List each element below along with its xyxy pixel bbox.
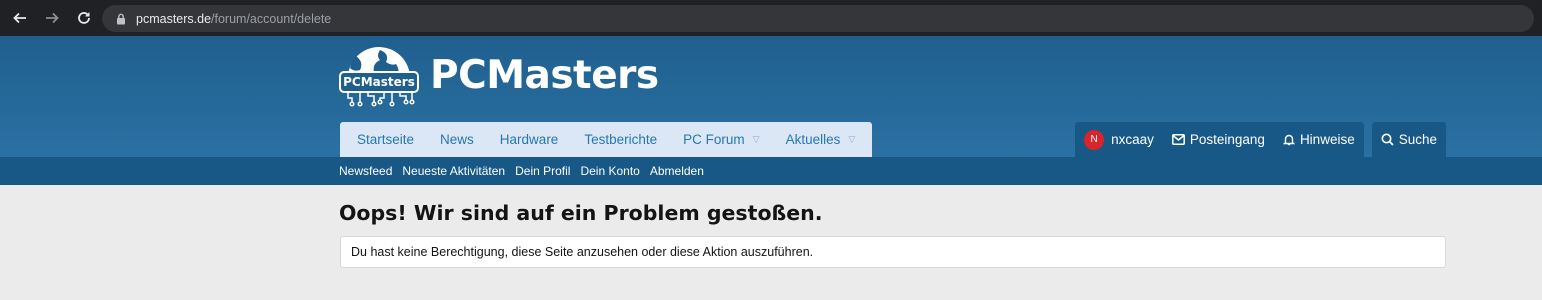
sub-navigation: Newsfeed Neueste Aktivitäten Dein Profil… (0, 157, 1542, 185)
chevron-down-icon[interactable]: ▽ (848, 134, 855, 145)
site-logo[interactable]: PCMasters PCMasters (338, 42, 659, 110)
subnav-latest-activity[interactable]: Neueste Aktivitäten (402, 164, 505, 178)
reload-icon (78, 12, 90, 24)
url-text: pcmasters.de/forum/account/delete (136, 11, 332, 26)
inbox-button[interactable]: Posteingang (1162, 122, 1274, 157)
alerts-label: Hinweise (1299, 132, 1355, 147)
search-label: Suche (1398, 132, 1437, 147)
bell-icon (1282, 133, 1295, 146)
svg-text:PCMasters: PCMasters (343, 75, 415, 89)
address-bar[interactable]: pcmasters.de/forum/account/delete (102, 5, 1534, 32)
forward-button[interactable] (40, 6, 64, 30)
tab-pc-forum[interactable]: PC Forum ▽ (670, 122, 772, 157)
lock-icon (114, 12, 128, 26)
chevron-down-icon[interactable]: ▽ (753, 134, 760, 145)
reload-button[interactable] (72, 6, 96, 30)
inbox-label: Posteingang (1189, 132, 1265, 147)
error-notice: Du hast keine Berechtigung, diese Seite … (340, 236, 1446, 268)
browser-toolbar: pcmasters.de/forum/account/delete (0, 0, 1542, 36)
subnav-account[interactable]: Dein Konto (580, 164, 639, 178)
site-title: PCMasters (430, 52, 659, 98)
arrow-right-icon (46, 12, 59, 24)
subnav-profile[interactable]: Dein Profil (515, 164, 570, 178)
username-label: nxcaay (1111, 132, 1154, 147)
subnav-logout[interactable]: Abmelden (650, 164, 704, 178)
tab-news[interactable]: News (427, 122, 487, 157)
alerts-button[interactable]: Hinweise (1273, 122, 1364, 157)
search-button[interactable]: Suche (1371, 122, 1446, 157)
tab-hardware[interactable]: Hardware (487, 122, 572, 157)
search-icon (1381, 133, 1394, 146)
arrow-left-icon (13, 12, 26, 24)
user-navigation: N nxcaay Posteingang Hinweise Suche (1075, 122, 1446, 157)
account-button[interactable]: N nxcaay (1075, 122, 1163, 157)
tab-testberichte[interactable]: Testberichte (571, 122, 670, 157)
tab-startseite[interactable]: Startseite (344, 122, 427, 157)
avatar: N (1084, 129, 1105, 150)
back-button[interactable] (8, 6, 32, 30)
logo-globe-icon: PCMasters (338, 42, 420, 110)
tab-aktuelles[interactable]: Aktuelles ▽ (773, 122, 869, 157)
page-title: Oops! Wir sind auf ein Problem gestoßen. (339, 201, 823, 225)
envelope-icon (1171, 134, 1185, 145)
subnav-newsfeed[interactable]: Newsfeed (339, 164, 392, 178)
error-message: Du hast keine Berechtigung, diese Seite … (351, 245, 814, 259)
site-header: PCMasters PCMasters Startseite News Hard… (0, 36, 1542, 157)
main-navigation: Startseite News Hardware Testberichte PC… (340, 122, 873, 157)
